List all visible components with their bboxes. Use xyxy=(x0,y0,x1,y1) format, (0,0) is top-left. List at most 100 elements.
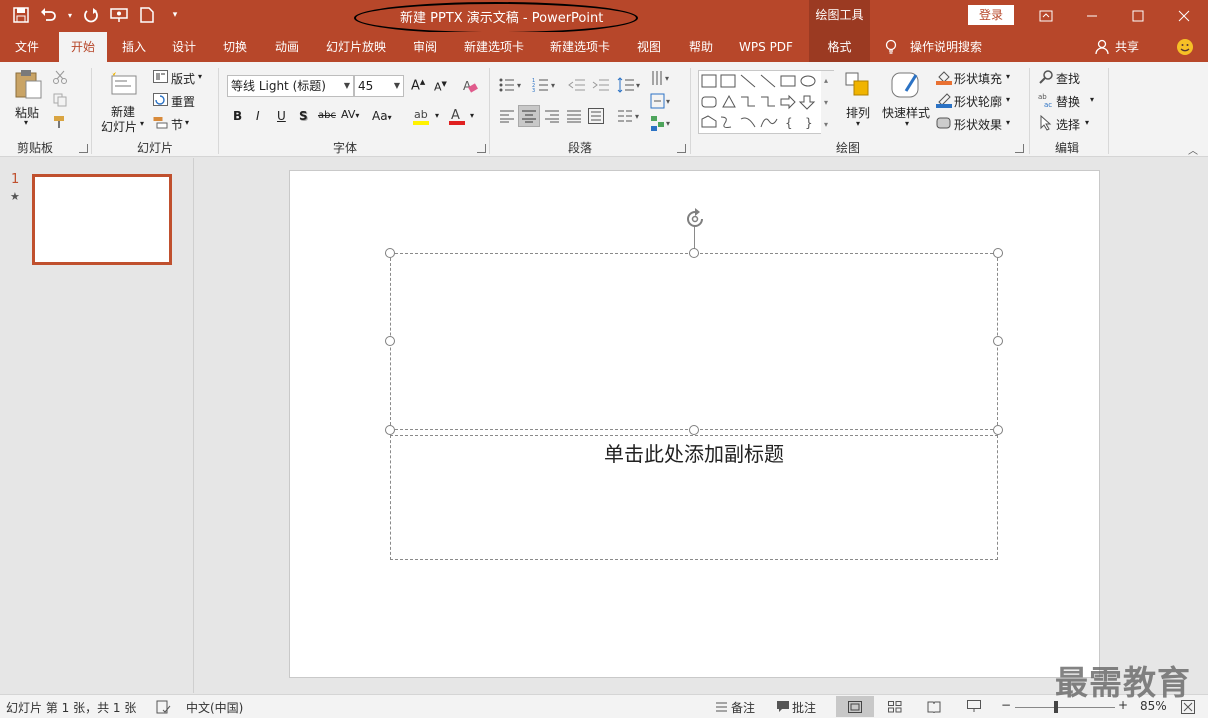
font-size-select[interactable]: 45 ▼ xyxy=(354,75,404,97)
title-placeholder[interactable] xyxy=(390,253,998,430)
distributed-icon[interactable] xyxy=(587,107,605,125)
shape-effects-icon[interactable] xyxy=(936,115,952,131)
numbering-icon[interactable]: 1 2 3 ▾ xyxy=(532,77,558,93)
smiley-feedback-icon[interactable] xyxy=(1175,32,1195,62)
new-slide-dropdown-icon[interactable]: ▾ xyxy=(140,119,144,128)
resize-handle-nw[interactable] xyxy=(385,248,395,258)
columns-icon[interactable]: ▾ xyxy=(617,108,643,124)
increase-indent-icon[interactable] xyxy=(592,77,610,93)
new-file-icon[interactable] xyxy=(136,4,158,26)
arrange-dropdown-icon[interactable]: ▾ xyxy=(856,119,860,128)
zoom-slider-track[interactable] xyxy=(1015,707,1115,708)
align-left-icon[interactable] xyxy=(498,108,516,124)
quick-styles-dropdown-icon[interactable]: ▾ xyxy=(905,119,909,128)
comments-button[interactable]: 批注 xyxy=(792,699,816,716)
login-button[interactable]: 登录 xyxy=(968,5,1014,25)
resize-handle-n[interactable] xyxy=(689,248,699,258)
align-center-icon[interactable] xyxy=(518,105,540,127)
undo-dropdown-icon[interactable]: ▾ xyxy=(66,4,74,26)
slideshow-view-icon[interactable] xyxy=(965,699,983,714)
convert-smartart-icon[interactable]: ▾ xyxy=(650,114,676,132)
drawing-launcher-icon[interactable] xyxy=(1015,144,1024,153)
present-from-start-icon[interactable] xyxy=(108,4,130,26)
select-label[interactable]: 选择 xyxy=(1056,116,1080,133)
find-label[interactable]: 查找 xyxy=(1056,70,1080,87)
tab-insert[interactable]: 插入 xyxy=(113,32,155,62)
tab-review[interactable]: 审阅 xyxy=(404,32,446,62)
shape-effects-dropdown-icon[interactable]: ▾ xyxy=(1006,118,1010,127)
collapse-ribbon-icon[interactable]: ︿ xyxy=(1188,142,1198,157)
slide-thumbnail[interactable] xyxy=(32,174,172,265)
subtitle-placeholder-text[interactable]: 单击此处添加副标题 xyxy=(390,438,998,467)
bullets-icon[interactable]: ▾ xyxy=(498,77,524,93)
grow-font-icon[interactable]: A▲ xyxy=(411,78,425,93)
select-icon[interactable] xyxy=(1038,115,1054,131)
resize-handle-e[interactable] xyxy=(993,336,1003,346)
shape-outline-icon[interactable] xyxy=(936,92,952,108)
decrease-indent-icon[interactable] xyxy=(568,77,586,93)
font-launcher-icon[interactable] xyxy=(477,144,486,153)
font-name-select[interactable]: 等线 Light (标题) ▼ xyxy=(227,75,354,97)
replace-label[interactable]: 替换 xyxy=(1056,93,1080,110)
cut-icon[interactable] xyxy=(52,70,68,84)
tab-help[interactable]: 帮助 xyxy=(680,32,722,62)
slide-sorter-icon[interactable] xyxy=(886,699,904,714)
highlight-color-icon[interactable]: ab xyxy=(412,106,432,126)
language-status[interactable]: 中文(中国) xyxy=(186,699,243,716)
reading-view-icon[interactable] xyxy=(925,699,943,714)
align-right-icon[interactable] xyxy=(543,108,561,124)
resize-handle-w[interactable] xyxy=(385,336,395,346)
bold-icon[interactable]: B xyxy=(233,109,242,123)
zoom-out-button[interactable]: − xyxy=(1001,698,1011,712)
tab-design[interactable]: 设计 xyxy=(163,32,205,62)
tab-animations[interactable]: 动画 xyxy=(266,32,308,62)
tab-transitions[interactable]: 切换 xyxy=(214,32,256,62)
font-color-icon[interactable]: A xyxy=(447,106,467,126)
shape-effects-label[interactable]: 形状效果 xyxy=(954,116,1002,133)
paste-dropdown-icon[interactable]: ▾ xyxy=(24,118,28,127)
tab-wps-pdf[interactable]: WPS PDF xyxy=(730,32,802,62)
reset-label[interactable]: 重置 xyxy=(171,93,195,110)
paragraph-launcher-icon[interactable] xyxy=(677,144,686,153)
resize-handle-sw[interactable] xyxy=(385,425,395,435)
shape-outline-label[interactable]: 形状轮廓 xyxy=(954,93,1002,110)
tab-format[interactable]: 格式 xyxy=(809,32,870,62)
comments-icon[interactable] xyxy=(775,699,790,714)
underline-icon[interactable]: U xyxy=(277,109,286,123)
line-spacing-icon[interactable]: ▾ xyxy=(617,76,643,94)
shape-fill-icon[interactable] xyxy=(936,69,952,85)
notes-button[interactable]: 备注 xyxy=(731,699,755,716)
ribbon-display-options-icon[interactable] xyxy=(1023,0,1069,32)
spell-check-icon[interactable] xyxy=(155,699,171,714)
resize-handle-s[interactable] xyxy=(689,425,699,435)
paste-icon[interactable] xyxy=(12,68,44,100)
clipboard-launcher-icon[interactable] xyxy=(79,144,88,153)
justify-icon[interactable] xyxy=(565,108,583,124)
strikethrough-icon[interactable]: abc xyxy=(318,110,336,121)
change-case-icon[interactable]: Aa▾ xyxy=(372,109,392,123)
section-dropdown-icon[interactable]: ▾ xyxy=(185,118,189,127)
layout-icon[interactable] xyxy=(152,69,168,83)
replace-dropdown-icon[interactable]: ▾ xyxy=(1090,95,1094,104)
share-button[interactable]: 共享 xyxy=(1112,32,1142,62)
clear-formatting-icon[interactable]: A xyxy=(461,77,479,95)
shapes-gallery[interactable]: { } ▴ ▾ ▾ xyxy=(698,70,835,135)
shrink-font-icon[interactable]: A▼ xyxy=(434,80,447,94)
tab-slideshow[interactable]: 幻灯片放映 xyxy=(318,32,394,62)
shape-fill-dropdown-icon[interactable]: ▾ xyxy=(1006,72,1010,81)
tab-file[interactable]: 文件 xyxy=(0,32,54,62)
new-slide-label-2[interactable]: 幻灯片 xyxy=(101,118,137,135)
section-icon[interactable] xyxy=(152,115,168,129)
minimize-icon[interactable] xyxy=(1069,0,1115,32)
align-text-icon[interactable]: ▾ xyxy=(650,92,676,110)
maximize-icon[interactable] xyxy=(1115,0,1161,32)
notes-icon[interactable] xyxy=(714,699,728,714)
text-shadow-icon[interactable]: S xyxy=(299,109,308,123)
resize-handle-se[interactable] xyxy=(993,425,1003,435)
format-painter-icon[interactable] xyxy=(52,115,68,129)
close-icon[interactable] xyxy=(1161,0,1207,32)
rotate-handle-icon[interactable] xyxy=(683,207,707,231)
highlight-dropdown-icon[interactable]: ▾ xyxy=(435,111,439,120)
tab-home[interactable]: 开始 xyxy=(59,32,107,63)
replace-icon[interactable]: ab ac xyxy=(1038,92,1054,108)
